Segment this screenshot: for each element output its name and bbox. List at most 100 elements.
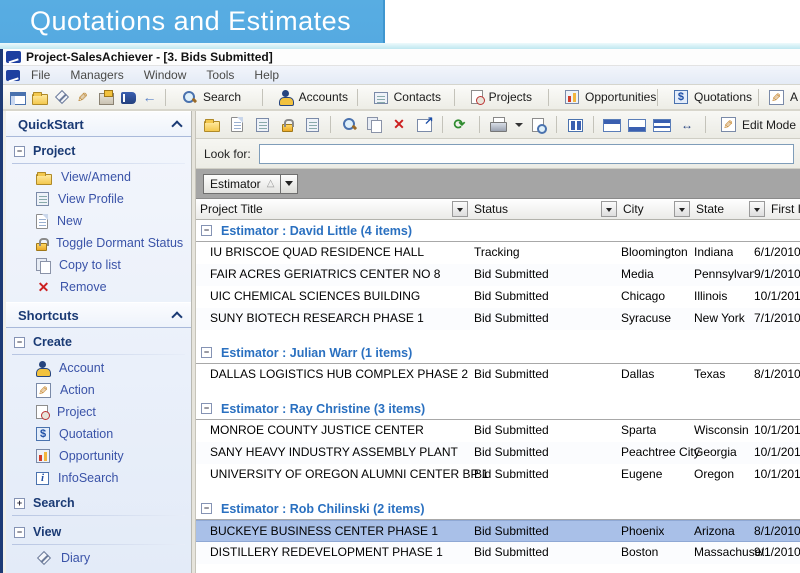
sidebar-item-view-amend[interactable]: View/Amend (6, 166, 191, 188)
sidebar-item-project[interactable]: Project (6, 401, 191, 423)
table-row[interactable]: UIC CHEMICAL SCIENCES BUILDING Bid Submi… (196, 286, 800, 308)
delete-button[interactable] (388, 114, 410, 135)
print-dropdown-button[interactable] (512, 114, 524, 135)
sidebar-group-project[interactable]: − Project (6, 137, 191, 161)
search-nav-button[interactable]: Search (170, 88, 258, 107)
cell-project-title: MONROE COUNTY JUSTICE CENTER (210, 423, 424, 437)
collapse-icon[interactable]: − (14, 337, 25, 348)
look-for-input[interactable] (259, 144, 794, 164)
collapse-icon[interactable]: − (201, 347, 212, 358)
shortcuts-header[interactable]: Shortcuts (6, 302, 191, 328)
menu-managers[interactable]: Managers (61, 67, 132, 83)
menu-help[interactable]: Help (245, 67, 288, 83)
sidebar-item-quotation[interactable]: Quotation (6, 423, 191, 445)
diary-button[interactable] (51, 87, 73, 108)
sidebar-item-opportunity[interactable]: Opportunity (6, 445, 191, 467)
collapse-icon[interactable]: − (201, 403, 212, 414)
filter-state-button[interactable] (674, 201, 690, 217)
print-preview-button[interactable] (527, 114, 549, 135)
cell-city: Chicago (621, 289, 665, 303)
sidebar-item-toggle-dormant[interactable]: Toggle Dormant Status (6, 232, 191, 254)
layout-top-button[interactable] (601, 114, 623, 135)
sidebar-group-view[interactable]: − View (6, 518, 191, 542)
toolbar-separator (548, 89, 549, 106)
sidebar-group-create[interactable]: − Create (6, 328, 191, 352)
sidebar-item-account[interactable]: Account (6, 357, 191, 379)
sidebar-item-remove[interactable]: Remove (6, 276, 191, 298)
cell-status: Bid Submitted (474, 367, 549, 381)
print-button[interactable] (487, 114, 509, 135)
quotations-nav-button[interactable]: Quotations (662, 88, 754, 106)
sidebar-item-diary[interactable]: Diary (6, 547, 191, 569)
table-row[interactable]: SUNY BIOTECH RESEARCH PHASE 1 Bid Submit… (196, 308, 800, 330)
collapse-icon[interactable]: − (201, 503, 212, 514)
filter-first-inv-button[interactable] (749, 201, 765, 217)
sidebar-item-infosearch[interactable]: InfoSearch (6, 467, 191, 489)
table-row[interactable]: UNIVERSITY OF OREGON ALUMNI CENTER BP 1 … (196, 464, 800, 486)
sidebar-item-action[interactable]: Action (6, 379, 191, 401)
collapse-icon[interactable]: − (14, 527, 25, 538)
table-row[interactable]: IU BRISCOE QUAD RESIDENCE HALL Tracking … (196, 242, 800, 264)
edit-mode-button[interactable]: Edit Mode (713, 115, 800, 134)
filter-city-button[interactable] (601, 201, 617, 217)
refresh-button[interactable] (450, 114, 472, 135)
expand-icon[interactable]: + (14, 498, 25, 509)
actions-nav-button[interactable]: A (763, 88, 800, 107)
sidebar-item-todo-list[interactable]: To do List (6, 569, 191, 573)
column-status[interactable]: Status (474, 202, 508, 216)
notes-button[interactable] (301, 114, 323, 135)
projects-nav-button[interactable]: Projects (459, 88, 544, 106)
layout-bottom-button[interactable] (626, 114, 648, 135)
library-button[interactable] (117, 87, 139, 108)
table-row[interactable]: DALLAS LOGISTICS HUB COMPLEX PHASE 2 Bid… (196, 364, 800, 386)
copy-button[interactable] (363, 114, 385, 135)
group-by-dropdown-button[interactable] (281, 174, 298, 194)
group-header-row[interactable]: − Estimator : Ray Christine (3 items) (196, 398, 800, 420)
menu-window[interactable]: Window (135, 67, 196, 83)
open-button[interactable] (29, 87, 51, 108)
open-record-button[interactable] (201, 114, 223, 135)
group-header-row[interactable]: − Estimator : David Little (4 items) (196, 220, 800, 242)
column-header-row: Project Title Status City State First In… (196, 199, 800, 220)
collapse-icon[interactable]: − (14, 146, 25, 157)
contacts-nav-button[interactable]: Contacts (362, 88, 450, 106)
todo-button[interactable] (73, 87, 95, 108)
export-button[interactable] (413, 114, 435, 135)
table-row[interactable]: MONROE COUNTY JUSTICE CENTER Bid Submitt… (196, 420, 800, 442)
table-row[interactable]: FAIR ACRES GERIATRICS CENTER NO 8 Bid Su… (196, 264, 800, 286)
group-by-estimator-button[interactable]: Estimator △ (203, 174, 281, 194)
menu-tools[interactable]: Tools (197, 67, 243, 83)
expand-record-button[interactable] (251, 114, 273, 135)
find-button[interactable] (338, 114, 360, 135)
sidebar-group-search[interactable]: + Search (6, 489, 191, 513)
group-header-row[interactable]: − Estimator : Rob Chilinski (2 items) (196, 498, 800, 520)
column-project-title[interactable]: Project Title (200, 202, 263, 216)
table-row-selected[interactable]: BUCKEYE BUSINESS CENTER PHASE 1 Bid Subm… (196, 520, 800, 542)
sidebar-item-copy-to-list[interactable]: Copy to list (6, 254, 191, 276)
organizer-button[interactable] (95, 87, 117, 108)
toggle-dormant-button[interactable] (276, 114, 298, 135)
columns-button[interactable] (564, 114, 586, 135)
collapse-icon[interactable]: − (201, 225, 212, 236)
column-city[interactable]: City (623, 202, 644, 216)
sidebar-item-view-profile[interactable]: View Profile (6, 188, 191, 210)
fit-width-button[interactable] (676, 114, 698, 135)
opportunities-nav-button[interactable]: Opportunities (553, 88, 653, 106)
table-row[interactable]: DISTILLERY REDEVELOPMENT PHASE 1 Bid Sub… (196, 542, 800, 564)
column-first-inv[interactable]: First Inv (771, 202, 800, 216)
cell-first-inv: 8/1/2010 (754, 367, 800, 381)
accounts-nav-button[interactable]: Accounts (267, 88, 353, 107)
column-state[interactable]: State (696, 202, 724, 216)
opportunities-nav-label: Opportunities (585, 90, 656, 104)
filter-status-button[interactable] (452, 201, 468, 217)
group-header-row[interactable]: − Estimator : Julian Warr (1 items) (196, 342, 800, 364)
back-button[interactable] (139, 87, 161, 108)
quickstart-header[interactable]: QuickStart (6, 111, 191, 137)
sidebar-item-new[interactable]: New (6, 210, 191, 232)
new-record-button[interactable] (226, 114, 248, 135)
quotation-icon (36, 427, 50, 441)
menu-file[interactable]: File (22, 67, 59, 83)
table-row[interactable]: SANY HEAVY INDUSTRY ASSEMBLY PLANT Bid S… (196, 442, 800, 464)
view-switch-button[interactable] (7, 87, 29, 108)
layout-split-button[interactable] (651, 114, 673, 135)
